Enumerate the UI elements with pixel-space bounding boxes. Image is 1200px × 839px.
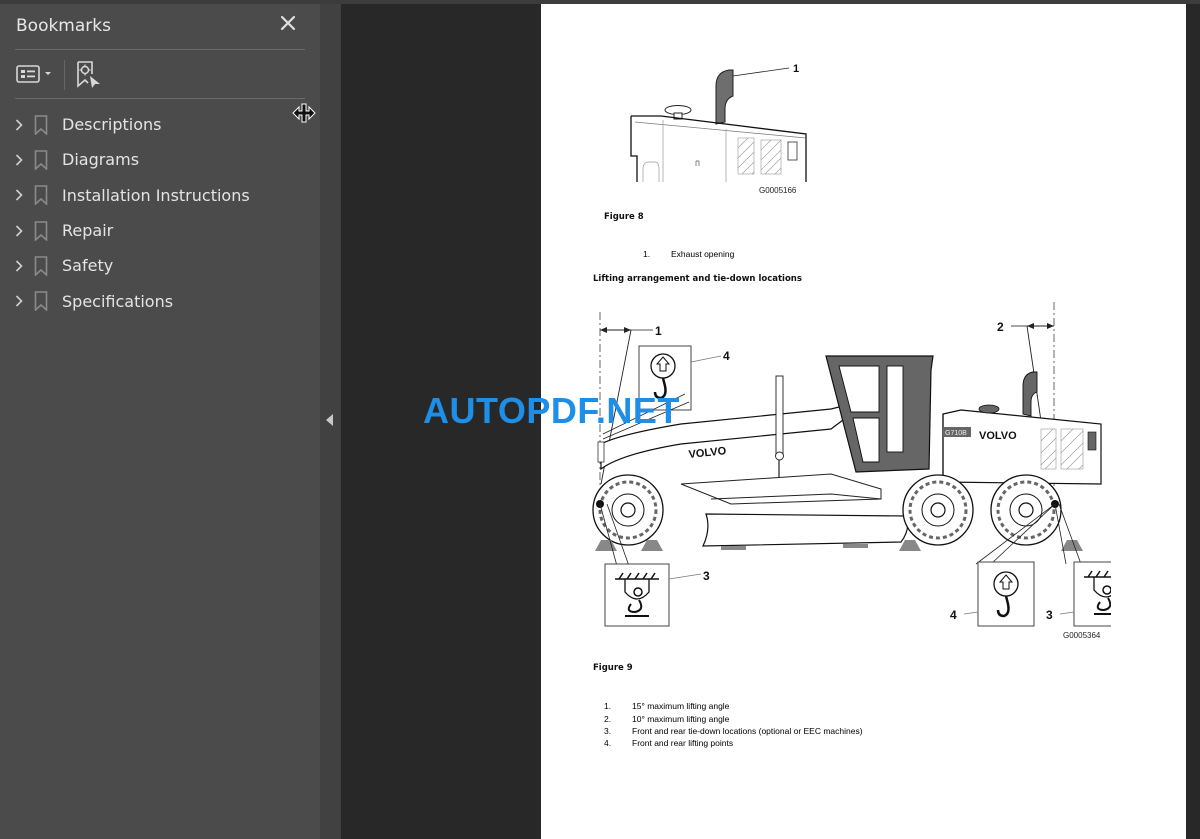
bookmark-diagrams[interactable]: Diagrams [0,142,320,177]
document-page: 1 G0005166 Figure 8 1. Exhaust opening L… [541,4,1186,839]
callout-1: 1 [655,324,662,338]
collapse-panel-toggle[interactable] [320,4,341,839]
callout-4-front: 4 [723,349,730,363]
bookmark-label: Repair [62,221,114,241]
chevron-right-icon[interactable] [12,258,26,274]
rear-brand-label: VOLVO [979,430,1017,442]
bookmark-list: Descriptions Diagrams Installation Instr… [0,107,320,319]
bookmark-icon [34,184,50,206]
chevron-right-icon[interactable] [12,187,26,203]
figure-9-illustration: 1 2 4 VOLVO G710B VOLVO 3 4 3 G0005364 [592,302,1111,640]
resize-horizontal-icon [292,103,316,123]
callout-4-rear: 4 [950,608,957,622]
figure-8-code: G0005166 [759,186,797,195]
callout-2: 2 [997,320,1004,334]
collapse-left-icon [326,414,333,426]
bookmarks-panel: Bookmarks Descriptions Diagrams Installa… [0,4,320,839]
caret-down-icon [45,72,51,75]
bookmark-label: Descriptions [62,115,162,135]
find-current-bookmark-icon [77,61,100,88]
resize-handle[interactable] [291,101,317,125]
figure-8-callout-1: 1 [793,63,799,75]
callout-3-front: 3 [703,569,710,583]
front-brand-label: VOLVO [688,445,727,461]
chevron-right-icon[interactable] [12,293,26,309]
section-heading: Lifting arrangement and tie-down locatio… [593,274,802,284]
bookmark-repair[interactable]: Repair [0,213,320,248]
rear-wheel-2 [990,474,1062,546]
figure-8-legend-item: 1. Exhaust opening [643,249,735,259]
bookmark-icon [34,255,50,277]
bookmark-icon [34,220,50,242]
bookmark-descriptions[interactable]: Descriptions [0,107,320,142]
close-panel-button[interactable] [277,12,299,34]
close-icon [280,15,296,31]
bookmark-safety[interactable]: Safety [0,248,320,283]
toolbar-divider [15,98,305,99]
figure-9-legend-item: 2. 10° maximum lifting angle [604,714,730,724]
chevron-right-icon[interactable] [12,223,26,239]
callout-3-rear: 3 [1046,608,1053,622]
find-current-bookmark-button[interactable] [76,60,102,95]
toolbar-separator [64,60,65,90]
bookmark-specifications[interactable]: Specifications [0,283,320,318]
bookmark-options-button[interactable] [16,64,56,89]
rear-wheel-1 [902,474,974,546]
bookmark-icon [34,149,50,171]
bookmark-label: Installation Instructions [62,185,250,205]
figure-9-legend-item: 4. Front and rear lifting points [604,738,734,748]
chevron-right-icon[interactable] [12,152,26,168]
bookmark-icon [34,114,50,136]
figure-9-caption: Figure 9 [593,663,633,673]
figure-8-caption: Figure 8 [604,212,644,222]
bookmark-label: Specifications [62,291,174,311]
model-label: G710B [945,430,967,437]
list-options-icon [16,65,51,83]
bookmark-label: Safety [62,256,114,276]
bookmark-icon [34,290,50,312]
bookmark-installation-instructions[interactable]: Installation Instructions [0,178,320,213]
panel-title: Bookmarks [16,16,111,36]
figure-9-legend-item: 1. 15° maximum lifting angle [604,701,730,711]
front-wheel [592,474,664,546]
chevron-right-icon[interactable] [12,117,26,133]
figure-9-legend-item: 3. Front and rear tie-down locations (op… [604,726,863,736]
figure-8-illustration: 1 G0005166 [630,63,807,195]
bookmark-label: Diagrams [62,150,140,170]
header-divider [15,49,305,50]
figure-9-code: G0005364 [1063,631,1101,640]
